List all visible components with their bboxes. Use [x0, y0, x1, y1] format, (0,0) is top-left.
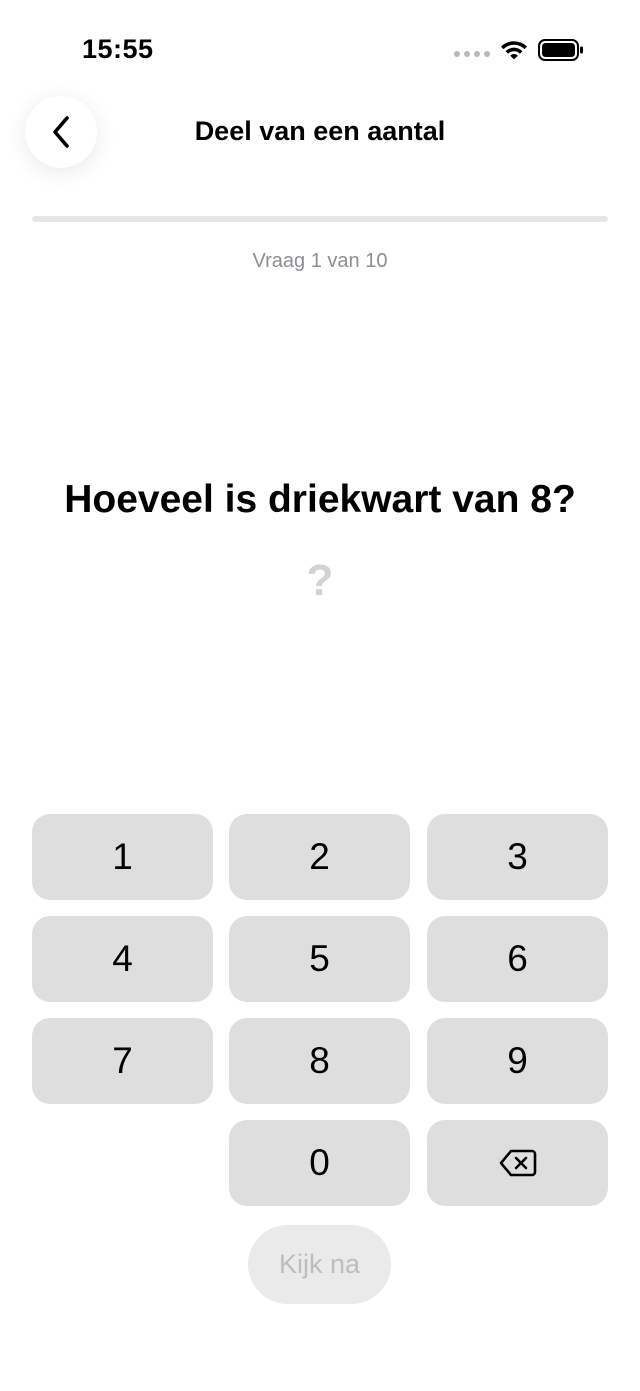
key-0[interactable]: 0 [229, 1120, 410, 1206]
question-counter: Vraag 1 van 10 [252, 250, 388, 272]
answer-display: ? [306, 556, 334, 605]
key-4[interactable]: 4 [32, 916, 213, 1002]
key-5[interactable]: 5 [229, 916, 410, 1002]
backspace-button[interactable] [427, 1120, 608, 1206]
page-title: Deel van een aantal [194, 116, 446, 146]
status-time: 15:55 [82, 34, 154, 64]
header: Deel van een aantal [0, 96, 640, 172]
progress-bar [32, 216, 608, 222]
battery-icon [538, 39, 583, 61]
key-7[interactable]: 7 [32, 1018, 213, 1104]
key-6[interactable]: 6 [427, 916, 608, 1002]
key-2[interactable]: 2 [229, 814, 410, 900]
key-9[interactable]: 9 [427, 1018, 608, 1104]
question-text: Hoeveel is driekwart van 8? [64, 478, 576, 521]
key-3[interactable]: 3 [427, 814, 608, 900]
key-8[interactable]: 8 [229, 1018, 410, 1104]
cellular-signal-icon [454, 51, 490, 57]
check-answer-button[interactable]: Kijk na [248, 1225, 391, 1304]
key-1[interactable]: 1 [32, 814, 213, 900]
status-icons [454, 38, 584, 62]
wifi-icon [501, 41, 527, 60]
status-bar: 15:55 [0, 0, 640, 100]
backspace-icon [499, 1149, 536, 1177]
